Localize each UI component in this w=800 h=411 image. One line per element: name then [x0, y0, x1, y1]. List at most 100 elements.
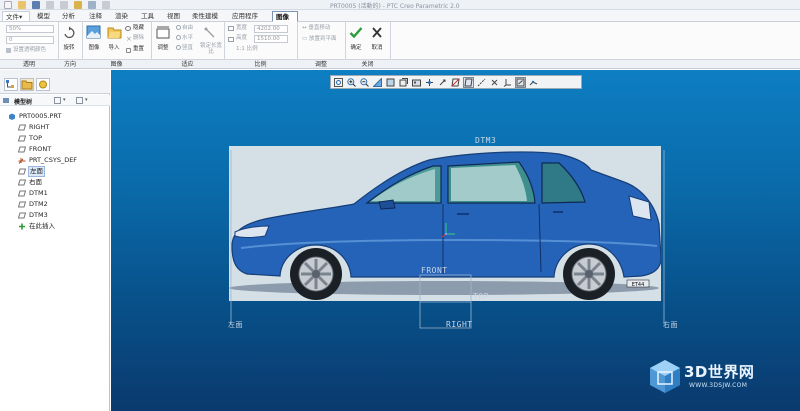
tree-item-left-face[interactable]: 左面 — [0, 166, 110, 177]
tab-analysis[interactable]: 分析 — [59, 11, 78, 22]
rotate-button-label[interactable]: 旋转 — [60, 43, 78, 51]
insert-here-icon — [19, 223, 25, 230]
height-icon — [228, 37, 234, 42]
tab-annotate[interactable]: 注释 — [86, 11, 105, 22]
tree-settings-icon[interactable] — [54, 97, 61, 104]
watermark-brand: 3D世界网 — [684, 363, 755, 381]
datum-label-dtm3: DTM3 — [475, 136, 497, 145]
tab-flexible-modeling[interactable]: 柔性建模 — [189, 11, 221, 22]
tab-applications[interactable]: 应用程序 — [229, 11, 261, 22]
datum-plane-outlines — [230, 150, 665, 329]
place-on-plane-button[interactable]: ▭ 放置到平面 — [302, 36, 336, 43]
datum-plane-icon — [18, 179, 26, 186]
model-tree-header: 模型树 ▾ ▾ — [0, 95, 110, 106]
rotate-icon[interactable] — [62, 26, 76, 39]
cube-logo-icon — [650, 360, 680, 393]
height-field[interactable]: 1510.00 — [254, 35, 288, 43]
free-option[interactable]: 自由 — [176, 25, 193, 32]
tree-item-front[interactable]: FRONT — [0, 144, 110, 155]
tree-filters-dropdown-icon[interactable]: ▾ — [85, 97, 88, 103]
close-window-icon[interactable] — [102, 1, 110, 9]
vertical-option[interactable]: 竖直 — [176, 45, 193, 52]
tree-item-insert-here[interactable]: 在此插入 — [0, 221, 110, 232]
tree-item-dtm1[interactable]: DTM1 — [0, 188, 110, 199]
redo-icon[interactable] — [60, 1, 68, 9]
tree-settings-dropdown-icon[interactable]: ▾ — [63, 97, 66, 103]
transparency-value-field[interactable]: 0 — [6, 36, 54, 44]
tab-tools[interactable]: 工具 — [138, 11, 157, 22]
model-tree: PRT0005.PRT RIGHT TOP FRONT PRT_CSYS_DEF… — [0, 111, 110, 232]
one-to-one-scale-button[interactable]: 1:1 比例 — [236, 46, 258, 53]
open-folder-icon[interactable] — [18, 1, 26, 9]
tree-item-part[interactable]: PRT0005.PRT — [0, 111, 110, 122]
delete-button[interactable]: 删除 — [133, 35, 144, 42]
model-tree-tab[interactable] — [4, 78, 18, 91]
confirm-button-label[interactable]: 确定 — [347, 43, 365, 51]
lock-aspect-button[interactable]: 锁定长宽比 — [199, 43, 223, 55]
transparency-percent-field[interactable]: 50% — [6, 25, 54, 33]
set-transparency-color-button[interactable]: 设置透明颜色 — [13, 47, 46, 54]
favorites-tab[interactable] — [36, 78, 50, 91]
windows-icon[interactable] — [88, 1, 96, 9]
height-label: 高度 — [236, 35, 248, 41]
datum-label-top: TOP — [473, 292, 489, 301]
tree-item-right[interactable]: RIGHT — [0, 122, 110, 133]
reset-button[interactable]: 重置 — [133, 46, 144, 53]
window-title: PRT0005 (活動的) - PTC Creo Parametric 2.0 — [330, 3, 460, 10]
tree-item-dtm3[interactable]: DTM3 — [0, 210, 110, 221]
save-icon[interactable] — [32, 1, 40, 9]
tree-item-csys[interactable]: PRT_CSYS_DEF — [0, 155, 110, 166]
tab-model[interactable]: 模型 — [34, 11, 53, 22]
group-label-image: 图像 — [110, 61, 123, 68]
vertical-move-button[interactable]: ↔ 垂直移动 — [302, 25, 330, 32]
confirm-check-icon[interactable] — [349, 26, 363, 39]
cancel-button-label[interactable]: 取消 — [368, 43, 386, 51]
navigator-tabs — [0, 70, 110, 94]
hide-button[interactable]: 隐藏 — [133, 25, 144, 32]
import-button-label[interactable]: 导入 — [106, 43, 122, 51]
ribbon-tabs: 文件▾ 模型 分析 注释 渲染 工具 视图 柔性建模 应用程序 图像 — [0, 10, 800, 22]
tab-view[interactable]: 视图 — [164, 11, 183, 22]
adjust-icon[interactable] — [156, 26, 170, 39]
title-bar: PRT0005 (活動的) - PTC Creo Parametric 2.0 — [0, 0, 800, 10]
import-folder-icon[interactable] — [107, 25, 122, 39]
tree-item-right-face[interactable]: 右面 — [0, 177, 110, 188]
tab-file[interactable]: 文件▾ — [2, 11, 30, 22]
tree-filters-icon[interactable] — [76, 97, 83, 104]
undo-icon[interactable] — [46, 1, 54, 9]
tree-item-top[interactable]: TOP — [0, 133, 110, 144]
part-icon — [9, 113, 15, 120]
group-label-direction: 方向 — [63, 61, 76, 68]
delete-icon: × — [126, 35, 132, 43]
datum-plane-icon — [18, 201, 26, 208]
model-tree-icon — [3, 98, 9, 103]
tree-item-dtm2[interactable]: DTM2 — [0, 199, 110, 210]
lock-aspect-icon[interactable] — [204, 26, 216, 39]
new-file-icon[interactable] — [4, 1, 12, 9]
tab-image[interactable]: 图像 — [272, 11, 298, 22]
favorites-tab-icon — [39, 80, 47, 89]
datum-label-front: FRONT — [421, 266, 448, 275]
cancel-x-icon[interactable] — [370, 26, 384, 39]
width-label: 宽度 — [236, 25, 248, 31]
image-button-label[interactable]: 图像 — [84, 43, 104, 51]
model-tree-tab-icon — [6, 80, 14, 88]
place-on-plane-icon: ▭ — [302, 36, 309, 42]
width-field[interactable]: 4202.00 — [254, 25, 288, 33]
image-icon[interactable] — [86, 25, 101, 39]
tab-render[interactable]: 渲染 — [112, 11, 131, 22]
datum-plane-icon — [18, 146, 26, 153]
regenerate-icon[interactable] — [74, 1, 82, 9]
quick-access-toolbar — [4, 1, 110, 9]
eyedropper-icon — [6, 48, 11, 53]
horizontal-option[interactable]: 水平 — [176, 35, 193, 42]
vertical-radio-icon — [176, 45, 181, 50]
graphics-window[interactable]: ET44 DTM3 FRONT TOP RIGHT 左面 右面 3D世界网 WW… — [111, 70, 800, 411]
free-radio-icon — [176, 25, 181, 30]
group-label-transparency: 透明 — [22, 61, 35, 68]
adjust-button-label[interactable]: 调整 — [154, 43, 172, 51]
navigator-panel: 模型树 ▾ ▾ PRT0005.PRT RIGHT TOP FRONT PRT_… — [0, 70, 110, 411]
folder-browser-tab[interactable] — [20, 78, 34, 91]
reset-icon — [126, 48, 131, 53]
watermark: 3D世界网 WWW.3DSJW.COM — [647, 358, 754, 396]
